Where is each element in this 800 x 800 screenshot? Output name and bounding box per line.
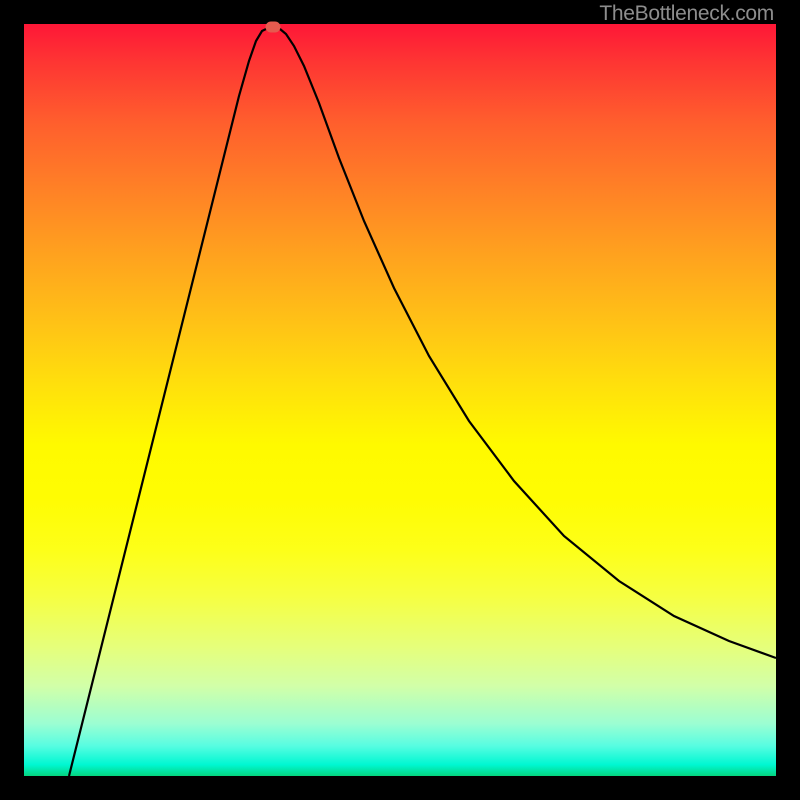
- optimum-marker: [266, 22, 281, 33]
- bottleneck-curve: [24, 24, 776, 776]
- chart-container: TheBottleneck.com: [0, 0, 800, 800]
- watermark-text: TheBottleneck.com: [599, 2, 774, 26]
